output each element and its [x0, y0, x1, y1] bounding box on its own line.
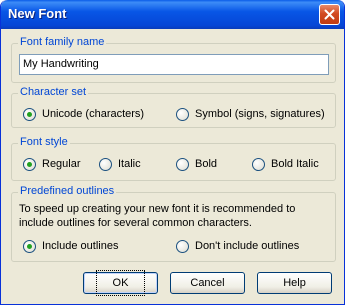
outlines-description-line1: To speed up creating your new font it is…	[19, 203, 296, 215]
window-title: New Font	[8, 6, 67, 21]
help-button[interactable]: Help	[257, 272, 332, 294]
help-button-label: Help	[283, 277, 306, 289]
radio-bold-italic[interactable]: Bold Italic	[252, 157, 319, 171]
radio-dont-include-outlines[interactable]: Don't include outlines	[176, 239, 299, 253]
radio-button-selected[interactable]	[23, 239, 36, 253]
font-style-label: Font style	[18, 136, 70, 148]
radio-bold-label: Bold	[195, 158, 218, 170]
ok-button-label: OK	[95, 270, 146, 296]
cancel-button[interactable]: Cancel	[170, 272, 245, 294]
radio-unicode[interactable]: Unicode (characters)	[23, 107, 144, 121]
radio-include-outlines[interactable]: Include outlines	[23, 239, 118, 253]
cancel-button-label: Cancel	[190, 277, 225, 289]
radio-button[interactable]	[176, 157, 189, 171]
radio-button[interactable]	[176, 107, 189, 121]
character-set-group: Character set Unicode (characters) Symbo…	[11, 86, 336, 128]
radio-button[interactable]	[176, 239, 189, 253]
font-family-input[interactable]: My Handwriting	[19, 54, 329, 75]
outlines-label: Predefined outlines	[18, 185, 117, 197]
radio-include-outlines-label: Include outlines	[42, 240, 119, 252]
radio-symbol[interactable]: Symbol (signs, signatures)	[176, 107, 325, 121]
radio-regular-label: Regular	[42, 158, 81, 170]
radio-button[interactable]	[99, 157, 112, 171]
title-bar[interactable]: New Font	[1, 0, 344, 29]
font-style-group: Font style Regular Italic Bold Bold Ital…	[11, 136, 336, 181]
radio-symbol-label: Symbol (signs, signatures)	[195, 108, 325, 120]
radio-regular[interactable]: Regular	[23, 157, 81, 171]
close-button[interactable]	[319, 4, 340, 25]
outlines-group: Predefined outlines To speed up creating…	[11, 185, 336, 262]
radio-bold[interactable]: Bold	[176, 157, 217, 171]
ok-button[interactable]: OK	[83, 270, 158, 296]
outlines-description: To speed up creating your new font it is…	[19, 202, 295, 230]
radio-unicode-label: Unicode (characters)	[42, 108, 145, 120]
radio-bold-italic-label: Bold Italic	[271, 158, 319, 170]
radio-italic-label: Italic	[118, 158, 141, 170]
radio-button-selected[interactable]	[23, 157, 36, 171]
radio-dont-include-outlines-label: Don't include outlines	[195, 240, 300, 252]
font-family-label: Font family name	[18, 36, 107, 48]
new-font-dialog: New Font Font family name My Handwriting…	[0, 0, 345, 305]
character-set-label: Character set	[18, 86, 89, 98]
font-family-group: Font family name My Handwriting	[11, 36, 336, 83]
radio-button-selected[interactable]	[23, 107, 36, 121]
radio-italic[interactable]: Italic	[99, 157, 141, 171]
outlines-description-line2: include outlines for several common char…	[19, 217, 252, 229]
close-icon	[324, 9, 335, 20]
radio-button[interactable]	[252, 157, 265, 171]
